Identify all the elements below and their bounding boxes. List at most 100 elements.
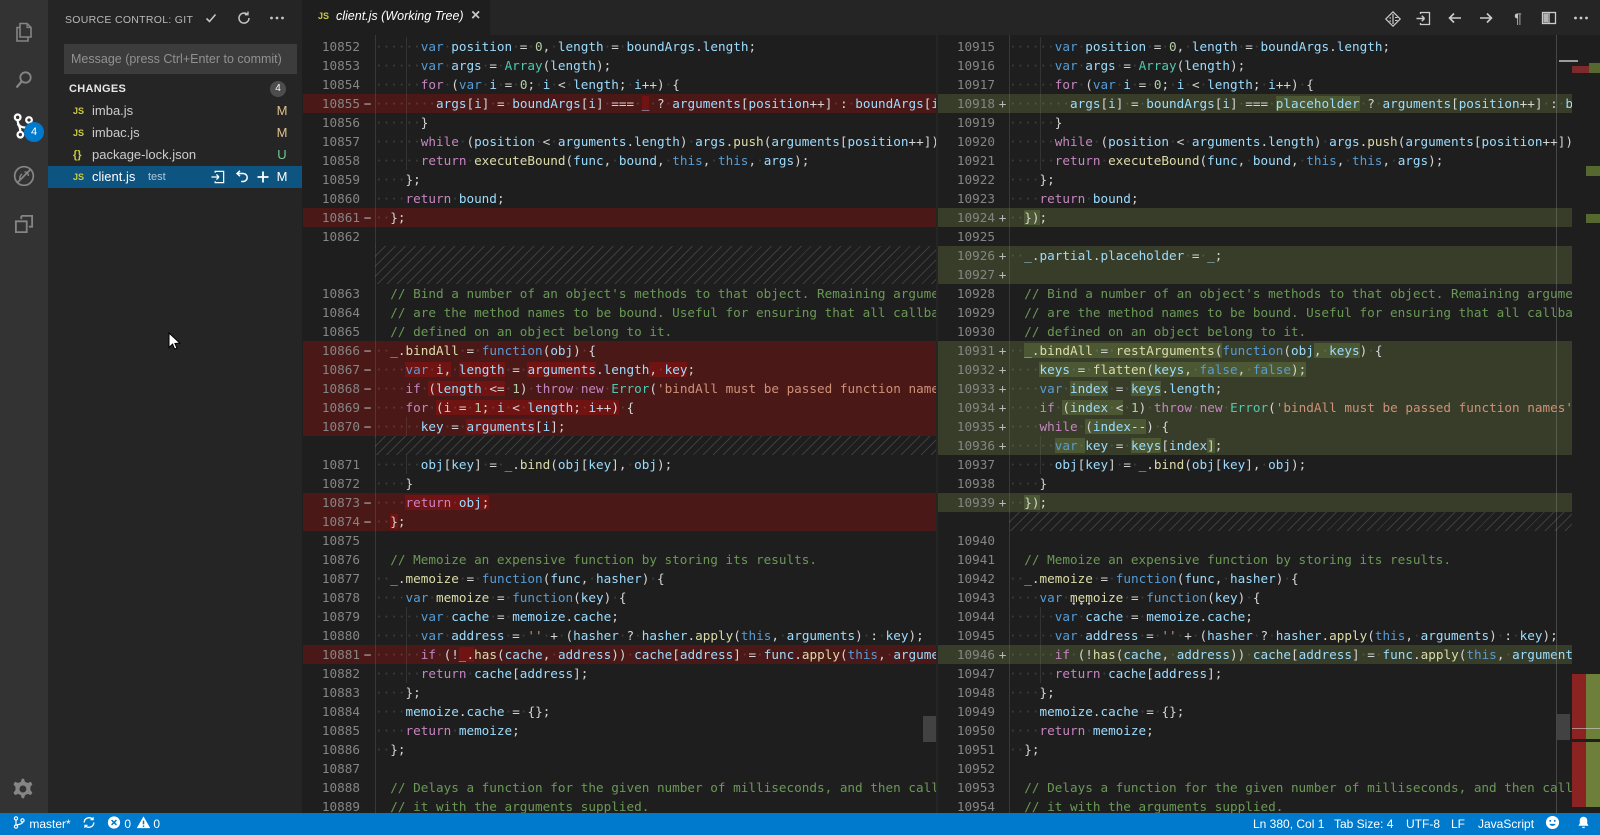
code-line-10853[interactable]: 10853 ······var·args·=·Array(length); xyxy=(303,56,937,75)
line-code[interactable]: ··_.partial.placeholder·=·_; xyxy=(1009,246,1572,265)
code-line-10940[interactable]: 10940 xyxy=(938,531,1572,550)
line-code[interactable]: ····} xyxy=(375,474,937,493)
commit-button[interactable] xyxy=(203,10,219,26)
code-line-10863[interactable]: 10863 // Bind a number of an object's me… xyxy=(303,284,937,303)
split-editor-button[interactable] xyxy=(1541,10,1557,26)
code-line-10933[interactable]: 10933 + ····var·index·=·keys.length; xyxy=(938,379,1572,398)
line-code[interactable]: ······var·key·=·keys[index]; xyxy=(1009,436,1572,455)
line-code[interactable]: ··_.memoize·=·function(func,·hasher)·{ xyxy=(1009,569,1572,588)
line-code[interactable]: ······return·cache[address]; xyxy=(1009,664,1572,683)
line-code[interactable]: ····var·memoize·=·function(key)·{ xyxy=(1009,588,1572,607)
code-line-10880[interactable]: 10880 ······var·address·=·''·+·(hasher·?·… xyxy=(303,626,937,645)
line-code[interactable]: ····for·(i·=·1;·i·<·length;·i++)·{ xyxy=(375,398,937,417)
line-code[interactable]: ····var·memoize·=·function(key)·{ xyxy=(375,588,937,607)
code-line-10857[interactable]: 10857 ······while·(position·<·arguments.l… xyxy=(303,132,937,151)
feedback-item[interactable] xyxy=(1545,813,1560,835)
code-line-10887[interactable]: 10887 xyxy=(303,759,937,778)
code-line-10852[interactable]: 10852 ······var·position·=·0,·length·=·bo… xyxy=(303,37,937,56)
line-code[interactable]: ······while·(position·<·arguments.length… xyxy=(1009,132,1572,151)
line-code[interactable]: ··}; xyxy=(375,512,937,531)
toggle-inline-view-button[interactable] xyxy=(1384,10,1402,28)
eol-item[interactable]: LF xyxy=(1451,813,1465,835)
line-code[interactable]: ······for·(var·i·=·0;·i·<·length;·i++)·{ xyxy=(1009,75,1572,94)
code-line-10926[interactable]: 10926 + ··_.partial.placeholder·=·_; xyxy=(938,246,1572,265)
previous-change-button[interactable] xyxy=(1447,10,1463,26)
line-code[interactable]: ····while·(index--)·{ xyxy=(1009,417,1572,436)
code-line-10858[interactable]: 10858 ······return·executeBound(func,·bou… xyxy=(303,151,937,170)
line-code[interactable]: // are the method names to be bound. Use… xyxy=(375,303,937,322)
line-code[interactable]: ······var·position·=·0,·length·=·boundAr… xyxy=(375,37,937,56)
code-line-10921[interactable]: 10921 ······return·executeBound(func,·bou… xyxy=(938,151,1572,170)
code-line-10874[interactable]: 10874− ··}; xyxy=(303,512,937,531)
line-code[interactable]: ····return·bound; xyxy=(1009,189,1572,208)
line-code[interactable]: // Memoize an expensive function by stor… xyxy=(375,550,937,569)
line-code[interactable] xyxy=(1009,227,1572,246)
line-code[interactable]: ······var·args·=·Array(length); xyxy=(375,56,937,75)
line-code[interactable]: ····var·i,·length·=·arguments.length,·ke… xyxy=(375,360,937,379)
line-code[interactable]: ····}; xyxy=(1009,170,1572,189)
line-code[interactable]: ····}; xyxy=(375,683,937,702)
code-line-10856[interactable]: 10856 ······} xyxy=(303,113,937,132)
line-code[interactable]: ······key·=·arguments[i]; xyxy=(375,417,937,436)
line-code[interactable]: ······var·position·=·0,·length·=·boundAr… xyxy=(1009,37,1572,56)
line-code[interactable]: // Delays a function for the given numbe… xyxy=(1009,778,1572,797)
commit-message-input[interactable] xyxy=(64,44,297,74)
code-line-10918[interactable]: 10918 + ········args[i]·=·boundArgs[i]·===… xyxy=(938,94,1572,113)
code-line-10934[interactable]: 10934 + ····if·(index·<·1)·throw·new·Error… xyxy=(938,398,1572,417)
code-line-10883[interactable]: 10883 ····}; xyxy=(303,683,937,702)
code-line-10861[interactable]: 10861− ··}; xyxy=(303,208,937,227)
line-code[interactable]: ······obj[key]·=·_.bind(obj[key],·obj); xyxy=(375,455,937,474)
encoding-item[interactable]: UTF-8 xyxy=(1406,813,1440,835)
code-line-10866[interactable]: 10866− ··_.bindAll·=·function(obj)·{ xyxy=(303,341,937,360)
code-line-10917[interactable]: 10917 ······for·(var·i·=·0;·i·<·length;·i… xyxy=(938,75,1572,94)
code-line-10953[interactable]: 10953 // Delays a function for the given… xyxy=(938,778,1572,797)
tab-client-js[interactable]: JS client.js (Working Tree) × xyxy=(302,0,490,35)
line-code[interactable]: ····keys·=·flatten(keys,·false,·false); xyxy=(1009,360,1572,379)
code-line-10927[interactable]: 10927 + xyxy=(938,265,1572,284)
branch-status-item[interactable]: master* xyxy=(12,813,71,835)
code-line-10878[interactable]: 10878 ····var·memoize·=·function(key)·{ xyxy=(303,588,937,607)
code-line-10864[interactable]: 10864 // are the method names to be boun… xyxy=(303,303,937,322)
line-code[interactable]: ······var·address·=·''·+·(hasher·?·hashe… xyxy=(375,626,937,645)
line-code[interactable]: ······} xyxy=(375,113,937,132)
line-code[interactable]: ··}; xyxy=(375,740,937,759)
tab-size-item[interactable]: Tab Size: 4 xyxy=(1334,813,1393,835)
more-actions-button[interactable] xyxy=(269,10,285,26)
file-row-imba.js[interactable]: JS imba.js M xyxy=(48,100,302,122)
line-code[interactable]: // defined on an object belong to it. xyxy=(375,322,937,341)
code-line-10865[interactable]: 10865 // defined on an object belong to … xyxy=(303,322,937,341)
line-code[interactable]: ········args[i]·=·boundArgs[i]·===·place… xyxy=(1009,94,1572,113)
line-code[interactable]: ··}); xyxy=(1009,493,1572,512)
discard-changes-icon[interactable] xyxy=(234,169,250,185)
line-code[interactable]: ······var·cache·=·memoize.cache; xyxy=(375,607,937,626)
line-code[interactable]: ··_.bindAll·=·function(obj)·{ xyxy=(375,341,937,360)
code-line-10885[interactable]: 10885 ····return·memoize; xyxy=(303,721,937,740)
left-scrollbar-slider[interactable] xyxy=(923,716,936,742)
line-code[interactable]: // Bind a number of an object's methods … xyxy=(1009,284,1572,303)
code-line-10919[interactable]: 10919 ······} xyxy=(938,113,1572,132)
diff-overview-ruler[interactable] xyxy=(1559,35,1600,813)
code-line-10920[interactable]: 10920 ······while·(position·<·arguments.l… xyxy=(938,132,1572,151)
cursor-position-item[interactable]: Ln 380, Col 1 xyxy=(1253,813,1324,835)
code-line-10936[interactable]: 10936 + ······var·key·=·keys[index]; xyxy=(938,436,1572,455)
line-code[interactable]: ······if·(!has(cache,·address))·cache[ad… xyxy=(1009,645,1572,664)
changes-section-header[interactable]: CHANGES 4 xyxy=(48,78,302,100)
errors-status-item[interactable]: 0 xyxy=(107,813,131,835)
code-line-10872[interactable]: 10872 ····} xyxy=(303,474,937,493)
code-line-10952[interactable]: 10952 xyxy=(938,759,1572,778)
code-line-10879[interactable]: 10879 ······var·cache·=·memoize.cache; xyxy=(303,607,937,626)
language-item[interactable]: JavaScript xyxy=(1478,813,1534,835)
code-line-10954[interactable]: 10954 // it with the arguments supplied. xyxy=(938,797,1572,813)
line-code[interactable] xyxy=(1009,531,1572,550)
activitybar-search[interactable] xyxy=(0,56,48,104)
line-code[interactable]: ······var·cache·=·memoize.cache; xyxy=(1009,607,1572,626)
line-code[interactable]: ····return·memoize; xyxy=(375,721,937,740)
code-line-10937[interactable]: 10937 ······obj[key]·=·_.bind(obj[key],·o… xyxy=(938,455,1572,474)
diff-modified-pane[interactable]: 10915 ······var·position·=·0,·length·=·bo… xyxy=(938,35,1572,813)
line-code[interactable]: ····return·memoize; xyxy=(1009,721,1572,740)
line-code[interactable]: ····return·bound; xyxy=(375,189,937,208)
code-line-10939[interactable]: 10939 + ··}); xyxy=(938,493,1572,512)
line-code[interactable]: ····return·obj; xyxy=(375,493,937,512)
code-line-10928[interactable]: 10928 // Bind a number of an object's me… xyxy=(938,284,1572,303)
warnings-status-item[interactable]: 0 xyxy=(136,813,160,835)
